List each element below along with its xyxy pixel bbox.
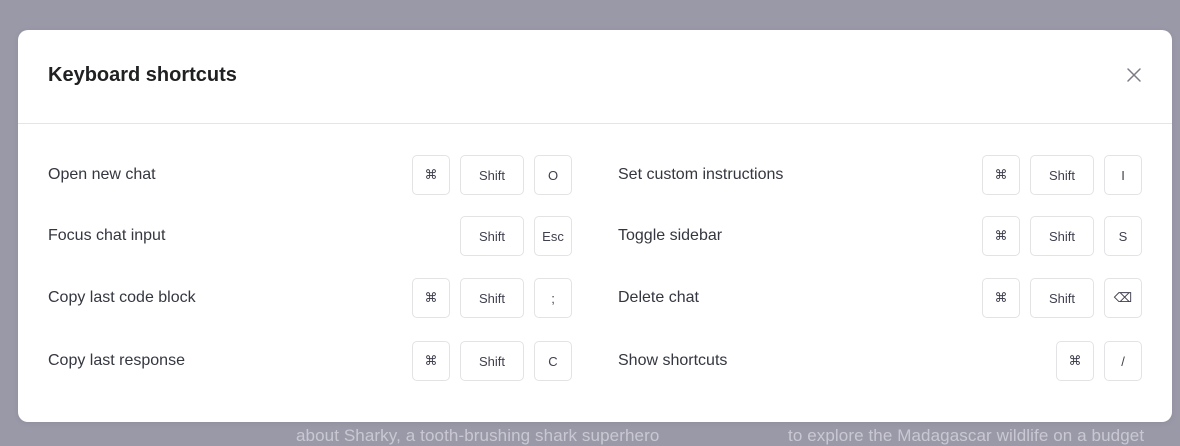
shortcut-row-focus-chat-input: Focus chat input Shift Esc bbox=[48, 216, 572, 256]
command-key: ⌘ bbox=[412, 278, 450, 318]
shortcut-label: Focus chat input bbox=[48, 227, 166, 244]
shortcut-label: Open new chat bbox=[48, 166, 156, 183]
key-combo: ⌘ Shift ⌫ bbox=[982, 278, 1142, 318]
shortcut-label: Delete chat bbox=[618, 289, 699, 306]
key-combo: ⌘ / bbox=[1056, 341, 1142, 381]
shift-key: Shift bbox=[460, 216, 524, 256]
shift-key: Shift bbox=[460, 341, 524, 381]
i-key: I bbox=[1104, 155, 1142, 195]
shift-key: Shift bbox=[1030, 155, 1094, 195]
shortcut-row-copy-last-code-block: Copy last code block ⌘ Shift ; bbox=[48, 278, 572, 318]
command-key: ⌘ bbox=[1056, 341, 1094, 381]
slash-key: / bbox=[1104, 341, 1142, 381]
semicolon-key: ; bbox=[534, 278, 572, 318]
backspace-key: ⌫ bbox=[1104, 278, 1142, 318]
key-combo: Shift Esc bbox=[460, 216, 572, 256]
command-key: ⌘ bbox=[412, 155, 450, 195]
shortcut-row-delete-chat: Delete chat ⌘ Shift ⌫ bbox=[618, 278, 1142, 318]
dialog-title: Keyboard shortcuts bbox=[48, 64, 237, 86]
command-key: ⌘ bbox=[412, 341, 450, 381]
shortcut-label: Copy last code block bbox=[48, 289, 196, 306]
close-button[interactable] bbox=[1122, 63, 1146, 87]
esc-key: Esc bbox=[534, 216, 572, 256]
s-key: S bbox=[1104, 216, 1142, 256]
shift-key: Shift bbox=[460, 278, 524, 318]
shortcut-row-set-custom-instructions: Set custom instructions ⌘ Shift I bbox=[618, 155, 1142, 195]
command-key: ⌘ bbox=[982, 155, 1020, 195]
c-key: C bbox=[534, 341, 572, 381]
key-combo: ⌘ Shift O bbox=[412, 155, 572, 195]
shortcut-label: Show shortcuts bbox=[618, 352, 728, 369]
key-combo: ⌘ Shift C bbox=[412, 341, 572, 381]
close-icon bbox=[1127, 68, 1141, 82]
shortcut-row-open-new-chat: Open new chat ⌘ Shift O bbox=[48, 155, 572, 195]
shortcut-label: Copy last response bbox=[48, 352, 185, 369]
shift-key: Shift bbox=[1030, 216, 1094, 256]
o-key: O bbox=[534, 155, 572, 195]
key-combo: ⌘ Shift I bbox=[982, 155, 1142, 195]
shortcut-row-show-shortcuts: Show shortcuts ⌘ / bbox=[618, 341, 1142, 381]
shortcut-row-toggle-sidebar: Toggle sidebar ⌘ Shift S bbox=[618, 216, 1142, 256]
shortcut-label: Set custom instructions bbox=[618, 166, 784, 183]
shortcut-label: Toggle sidebar bbox=[618, 227, 723, 244]
shortcut-row-copy-last-response: Copy last response ⌘ Shift C bbox=[48, 341, 572, 381]
shift-key: Shift bbox=[460, 155, 524, 195]
command-key: ⌘ bbox=[982, 216, 1020, 256]
keyboard-shortcuts-dialog: Keyboard shortcuts Open new chat ⌘ Shift… bbox=[18, 30, 1172, 422]
key-combo: ⌘ Shift S bbox=[982, 216, 1142, 256]
command-key: ⌘ bbox=[982, 278, 1020, 318]
backdrop-suggestion-right: to explore the Madagascar wildlife on a … bbox=[788, 426, 1145, 445]
backdrop-suggestion-left: about Sharky, a tooth-brushing shark sup… bbox=[296, 426, 660, 445]
shift-key: Shift bbox=[1030, 278, 1094, 318]
key-combo: ⌘ Shift ; bbox=[412, 278, 572, 318]
dialog-header: Keyboard shortcuts bbox=[18, 30, 1172, 124]
